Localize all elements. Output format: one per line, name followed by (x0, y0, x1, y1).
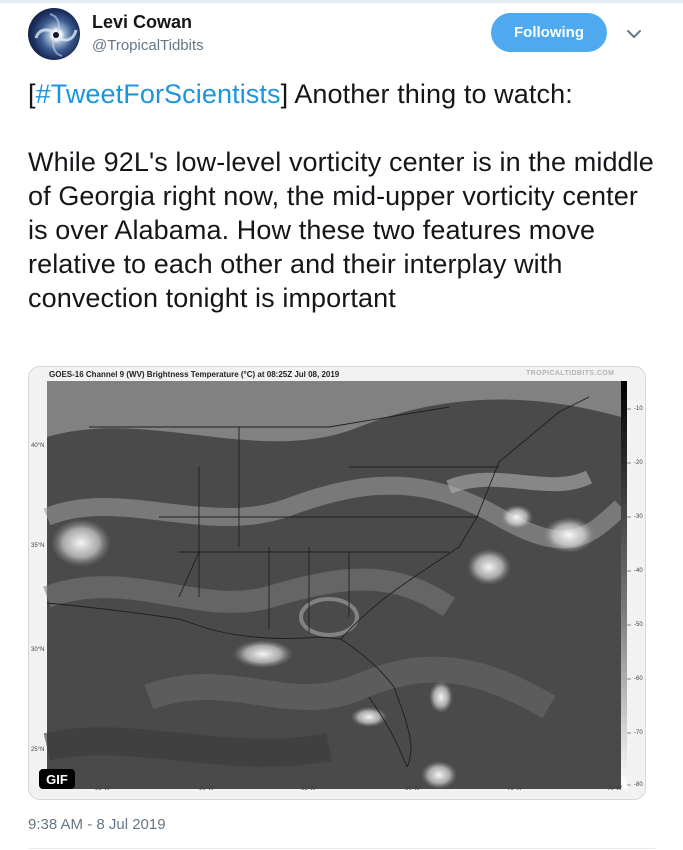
author-name[interactable]: Levi Cowan (92, 12, 192, 33)
lon-label: 95°W (95, 786, 110, 792)
map-title: GOES-16 Channel 9 (WV) Brightness Temper… (49, 370, 340, 379)
first-line-text: ] Another thing to watch: (280, 79, 573, 109)
hurricane-avatar-icon (34, 13, 78, 57)
lat-label: 40°N (31, 443, 45, 449)
hashtag-link[interactable]: #TweetForScientists (36, 79, 281, 109)
lat-label: 25°N (31, 747, 45, 753)
lat-label: 35°N (31, 543, 45, 549)
lat-label: 30°N (31, 647, 45, 653)
colorbar-label: -60 (634, 676, 643, 682)
map-credit: TROPICALTIDBITS.COM (526, 370, 615, 377)
top-divider (0, 0, 683, 3)
colorbar-label: -70 (634, 730, 643, 736)
tweet-text: [#TweetForScientists] Another thing to w… (28, 77, 658, 315)
lon-label: 90°W (199, 786, 214, 792)
lon-label: 80°W (405, 786, 420, 792)
colorbar-label: -80 (634, 782, 643, 788)
satellite-map (43, 381, 631, 789)
chevron-down-icon[interactable] (625, 25, 643, 43)
colorbar-label: -50 (634, 622, 643, 628)
tweet-media-gif[interactable]: GOES-16 Channel 9 (WV) Brightness Temper… (28, 366, 646, 800)
colorbar-label: -30 (634, 514, 643, 520)
gif-badge: GIF (39, 769, 75, 789)
colorbar-label: -10 (634, 406, 643, 412)
following-button[interactable]: Following (491, 13, 607, 52)
colorbar-label: -20 (634, 460, 643, 466)
author-handle[interactable]: @TropicalTidbits (92, 37, 204, 54)
profile-avatar[interactable] (28, 8, 80, 60)
bracket-open: [ (28, 79, 36, 109)
colorbar-label: -40 (634, 568, 643, 574)
lon-label: 75°W (507, 786, 522, 792)
tweet-timestamp[interactable]: 9:38 AM - 8 Jul 2019 (28, 816, 166, 833)
lon-label: 70°W (607, 786, 622, 792)
tweet-body: While 92L's low-level vorticity center i… (28, 147, 654, 313)
lon-label: 85°W (301, 786, 316, 792)
tweet-first-line: [#TweetForScientists] Another thing to w… (28, 77, 658, 111)
bottom-divider (28, 848, 655, 849)
